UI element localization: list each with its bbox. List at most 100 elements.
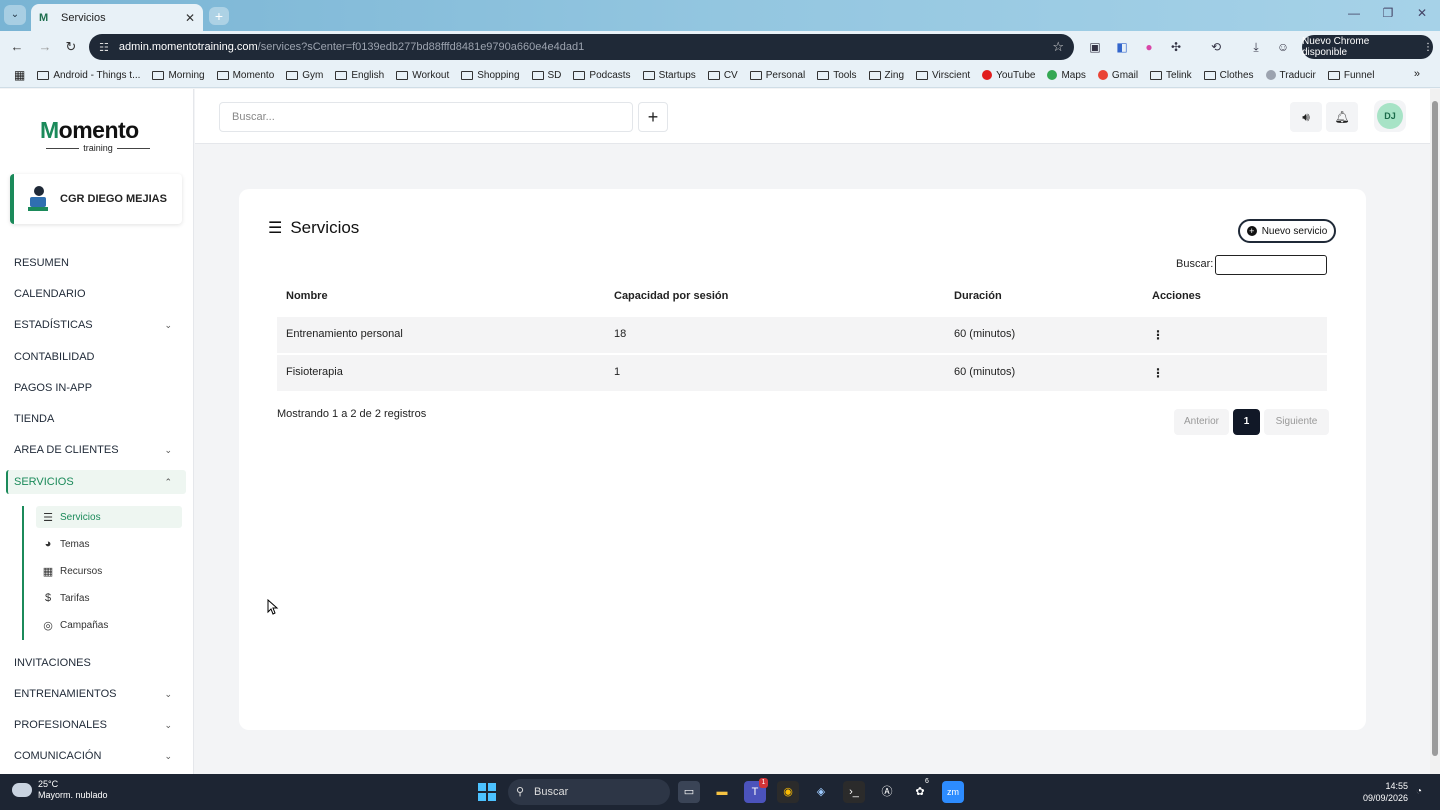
app-header: Buscar... + 🔊︎ 🔔︎ DJ	[195, 89, 1430, 144]
nav-contabilidad[interactable]: CONTABILIDAD	[14, 351, 182, 363]
nav-profesionales[interactable]: PROFESIONALES ⌄	[14, 719, 182, 731]
subnav-tarifas[interactable]: $ Tarifas	[40, 587, 180, 609]
quick-add-button[interactable]: +	[638, 102, 668, 132]
nav-invitaciones[interactable]: INVITACIONES	[14, 657, 182, 669]
file-explorer-icon[interactable]: ▬	[711, 781, 733, 803]
task-view-icon[interactable]: ▭	[678, 781, 700, 803]
system-clock[interactable]: 14:55 09/09/2026	[1358, 780, 1408, 804]
bookmark-item[interactable]: Android - Things t...	[31, 70, 146, 81]
notification-bell-icon[interactable]: ◔	[1412, 781, 1426, 803]
bookmark-item[interactable]: SD	[526, 70, 568, 81]
bookmark-item[interactable]: YouTube	[976, 70, 1041, 81]
nav-resumen[interactable]: RESUMEN	[14, 257, 182, 269]
nav-tienda[interactable]: TIENDA	[14, 413, 182, 425]
table-search-input[interactable]	[1215, 255, 1327, 275]
table-row[interactable]: Entrenamiento personal 18 60 (minutos) ⋮	[277, 317, 1327, 353]
global-search-input[interactable]: Buscar...	[219, 102, 633, 132]
column-header-nombre[interactable]: Nombre	[286, 290, 328, 302]
nav-area-clientes[interactable]: AREA DE CLIENTES ⌄	[14, 444, 182, 456]
terminal-icon[interactable]: ›_	[843, 781, 865, 803]
history-icon[interactable]: ⟲	[1208, 39, 1224, 55]
profile-avatar-icon[interactable]: ☺	[1275, 39, 1291, 55]
tab-search-button[interactable]: ⌄	[4, 5, 26, 25]
forward-arrow-icon[interactable]: →	[36, 38, 54, 56]
subnav-temas[interactable]: ◕ Temas	[40, 533, 180, 555]
steam-icon[interactable]: ◈	[810, 781, 832, 803]
new-service-label: Nuevo servicio	[1261, 225, 1328, 237]
bookmark-item[interactable]: Startups	[637, 70, 702, 81]
more-bookmarks-icon[interactable]: »	[1414, 68, 1420, 80]
row-actions-kebab-icon[interactable]: ⋮	[1152, 328, 1164, 342]
bookmark-item[interactable]: Maps	[1041, 70, 1091, 81]
momento-logo[interactable]: Momento training	[40, 117, 160, 157]
new-service-button[interactable]: + Nuevo servicio	[1238, 219, 1336, 243]
close-window-button[interactable]: ✕	[1408, 6, 1436, 20]
nav-calendario[interactable]: CALENDARIO	[14, 288, 182, 300]
subnav-campanas[interactable]: ◎ Campañas	[40, 614, 180, 636]
chrome-update-button[interactable]: Nuevo Chrome disponible ⋮	[1302, 35, 1433, 59]
bookmark-star-icon[interactable]: ☆	[1052, 39, 1064, 55]
reload-icon[interactable]: ↻	[62, 38, 80, 56]
bookmark-item[interactable]: English	[329, 70, 390, 81]
address-bar[interactable]: ☷ admin.momentotraining.com/services?sCe…	[89, 34, 1074, 60]
bookmark-item[interactable]: Telink	[1144, 70, 1198, 81]
recorder-extension-icon[interactable]: ●	[1141, 39, 1157, 55]
pagination-next-button[interactable]: Siguiente	[1264, 409, 1329, 435]
translate-extension-icon[interactable]: ◧	[1114, 39, 1130, 55]
app-store-icon[interactable]: Ⓐ	[876, 781, 898, 803]
nav-comunicacion[interactable]: COMUNICACIÓN ⌄	[14, 750, 182, 762]
zoom-icon[interactable]: zm	[942, 781, 964, 803]
column-header-capacidad[interactable]: Capacidad por sesión	[614, 290, 728, 302]
download-icon[interactable]: ⤓	[1248, 39, 1264, 55]
bookmark-item[interactable]: Funnel	[1322, 70, 1381, 81]
row-actions-kebab-icon[interactable]: ⋮	[1152, 366, 1164, 380]
bookmark-item[interactable]: Traducir	[1260, 70, 1322, 81]
nav-servicios[interactable]: SERVICIOS ⌃	[14, 476, 182, 488]
new-tab-button[interactable]: +	[209, 7, 229, 25]
nav-pagos-in-app[interactable]: PAGOS IN-APP	[14, 382, 182, 394]
close-tab-icon[interactable]: ✕	[185, 11, 195, 25]
extensions-puzzle-icon[interactable]: ✣	[1168, 39, 1184, 55]
bookmark-item[interactable]: Gmail	[1092, 70, 1144, 81]
bookmark-item[interactable]: Clothes	[1198, 70, 1260, 81]
subnav-servicios[interactable]: ☰ Servicios	[36, 506, 182, 528]
nav-estadisticas[interactable]: ESTADÍSTICAS ⌄	[14, 319, 182, 331]
chevron-down-icon: ⌄	[164, 319, 172, 330]
subnav-recursos[interactable]: ▦ Recursos	[40, 560, 180, 582]
column-header-duracion[interactable]: Duración	[954, 290, 1002, 302]
bookmark-item[interactable]: Zing	[863, 70, 910, 81]
table-row[interactable]: Fisioterapia 1 60 (minutos) ⋮	[277, 355, 1327, 391]
restore-window-button[interactable]: ❐	[1374, 6, 1402, 20]
bookmark-item[interactable]: Podcasts	[567, 70, 636, 81]
minimize-window-button[interactable]: —	[1340, 6, 1368, 20]
cell-nombre: Entrenamiento personal	[286, 328, 403, 340]
taskbar-search[interactable]: ⚲ Buscar	[508, 779, 670, 805]
nav-entrenamientos[interactable]: ENTRENAMIENTOS ⌄	[14, 688, 182, 700]
bookmark-item[interactable]: Virscient	[910, 70, 976, 81]
bookmark-item[interactable]: Workout	[390, 70, 455, 81]
page-scrollbar[interactable]	[1430, 89, 1440, 774]
bookmark-item[interactable]: Shopping	[455, 70, 525, 81]
bookmark-item[interactable]: Gym	[280, 70, 329, 81]
site-info-icon[interactable]: ☷	[99, 41, 109, 54]
weather-widget[interactable]: 25°C Mayorm. nublado	[12, 779, 108, 801]
center-selector[interactable]: CGR DIEGO MEJIAS	[10, 174, 182, 224]
bookmark-item[interactable]: CV	[702, 70, 744, 81]
chrome-icon[interactable]: ◉	[777, 781, 799, 803]
user-avatar[interactable]: DJ	[1374, 100, 1406, 132]
bookmark-item[interactable]: Personal	[744, 70, 811, 81]
windows-start-icon[interactable]	[478, 783, 496, 801]
pagination-prev-button[interactable]: Anterior	[1174, 409, 1229, 435]
bookmark-item[interactable]: Momento	[211, 70, 281, 81]
pagination-page-button[interactable]: 1	[1233, 409, 1260, 435]
services-card: ☰ Servicios + Nuevo servicio Buscar: Nomb…	[239, 189, 1366, 730]
volume-icon[interactable]: 🔊︎	[1290, 102, 1322, 132]
scrollbar-thumb[interactable]	[1432, 101, 1438, 756]
bookmark-item[interactable]: Tools	[811, 70, 862, 81]
bookmark-item[interactable]: Morning	[146, 70, 210, 81]
back-arrow-icon[interactable]: ←	[8, 38, 26, 56]
bell-icon[interactable]: 🔔︎	[1326, 102, 1358, 132]
screenshot-extension-icon[interactable]: ▣	[1087, 39, 1103, 55]
apps-grid-icon[interactable]: ▦	[8, 68, 31, 82]
browser-tab[interactable]: M Servicios ✕	[31, 4, 203, 31]
